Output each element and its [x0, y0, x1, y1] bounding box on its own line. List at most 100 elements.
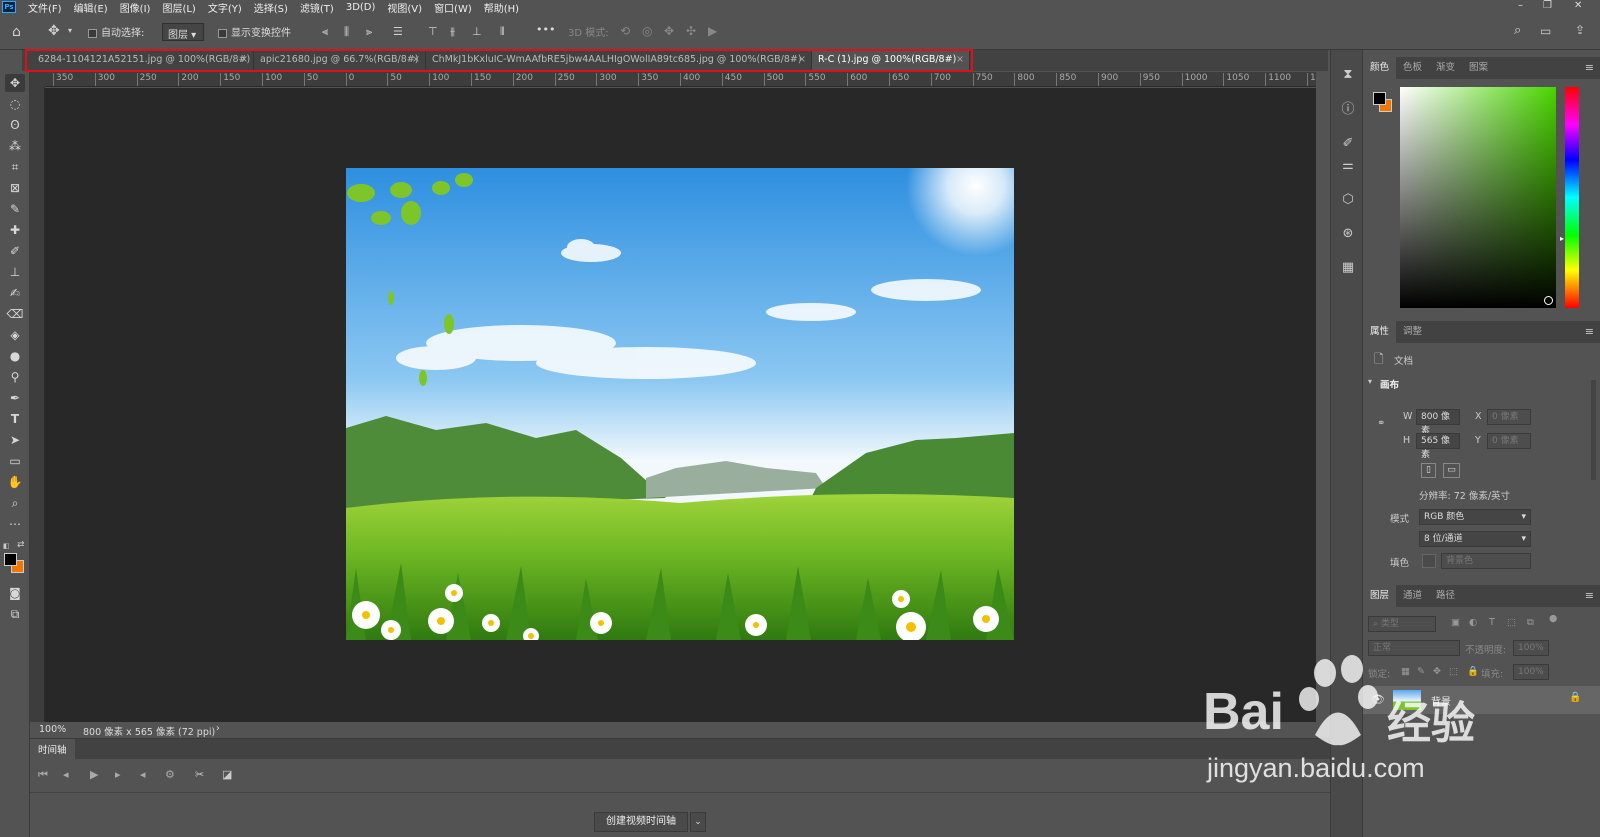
menu-image[interactable]: 图像(I) [120, 0, 151, 15]
picker-cursor[interactable] [1544, 296, 1553, 305]
tab-adjustments[interactable]: 调整 [1396, 321, 1429, 343]
properties-scrollbar[interactable] [1591, 380, 1596, 480]
tab-properties[interactable]: 属性 [1363, 321, 1397, 343]
screen-mode-icon[interactable]: ⧉ [5, 605, 25, 623]
adjustments-icon[interactable]: ⚌ [1338, 156, 1358, 176]
pen-tool-icon[interactable]: ✒ [5, 389, 25, 407]
menu-select[interactable]: 选择(S) [254, 0, 288, 15]
hue-slider[interactable] [1565, 87, 1579, 308]
opacity-field[interactable]: 100% [1513, 640, 1549, 656]
filter-adjustment-icon[interactable]: ◐ [1469, 617, 1477, 628]
y-field[interactable]: 0 像素 [1487, 433, 1531, 449]
panel-menu-icon[interactable]: ≡ [1585, 61, 1594, 74]
landscape-orientation-icon[interactable]: ▭ [1443, 463, 1460, 478]
align-middle-icon[interactable]: ⫵ [450, 25, 455, 39]
filter-shape-icon[interactable]: ⬚ [1507, 617, 1516, 628]
3d-slide-icon[interactable]: ✣ [686, 24, 696, 38]
settings-gear-icon[interactable]: ⚙ [165, 768, 175, 781]
healing-brush-tool-icon[interactable]: ✚ [5, 221, 25, 239]
menu-filter[interactable]: 滤镜(T) [300, 0, 334, 15]
dodge-tool-icon[interactable]: ⚲ [5, 368, 25, 386]
tab-close-button[interactable]: × [798, 50, 806, 70]
fill-dropdown[interactable]: 背景色 [1441, 553, 1531, 569]
layer-filter-search[interactable]: ⌕ 类型 [1368, 616, 1436, 632]
hand-tool-icon[interactable]: ✋ [5, 473, 25, 491]
close-window-button[interactable]: ✕ [1574, 0, 1582, 11]
layer-name[interactable]: 背景 [1431, 693, 1451, 708]
distribute-icon[interactable]: ☰ [393, 25, 403, 38]
tab-doc-1[interactable]: 6284-1104121A52151.jpg @ 100%(RGB/8#) × [32, 50, 254, 71]
layer-row-background[interactable]: 👁 背景 🔒 [1363, 686, 1600, 714]
document-image[interactable] [346, 168, 1014, 640]
crop-tool-icon[interactable]: ⌗ [5, 158, 25, 176]
link-icon[interactable]: ⚭ [1377, 418, 1385, 429]
tab-paths[interactable]: 路径 [1429, 585, 1462, 607]
eye-visibility-icon[interactable]: 👁 [1371, 693, 1385, 706]
color-mode-dropdown[interactable]: RGB 颜色 ▾ [1419, 509, 1531, 525]
menu-file[interactable]: 文件(F) [28, 0, 62, 15]
home-icon[interactable]: ⌂ [12, 24, 21, 40]
swap-colors-icon[interactable]: ⇄ [17, 540, 25, 550]
auto-select-checkbox[interactable]: 自动选择: [88, 24, 144, 39]
tab-close-button[interactable]: × [412, 50, 420, 70]
play-icon[interactable]: ▶ [90, 768, 98, 781]
next-frame-icon[interactable]: ▸ [115, 768, 121, 781]
blend-mode-dropdown[interactable]: 正常 [1368, 640, 1460, 656]
filter-type-icon[interactable]: T [1489, 617, 1495, 628]
libraries-icon[interactable]: ▦ [1338, 258, 1358, 278]
align-bottom-icon[interactable]: ⊥ [472, 25, 482, 38]
lasso-tool-icon[interactable]: ʘ [5, 116, 25, 134]
fill-color-swatch[interactable] [1422, 554, 1436, 568]
distribute-vertical-icon[interactable]: ⫴ [500, 25, 505, 39]
chevron-down-icon[interactable]: ▾ [1368, 377, 1372, 386]
tab-gradients[interactable]: 渐变 [1429, 57, 1462, 79]
tab-timeline[interactable]: 时间轴 [30, 739, 75, 759]
eraser-tool-icon[interactable]: ⌫ [5, 305, 25, 323]
zoom-tool-icon[interactable]: ⌕ [5, 494, 25, 512]
more-tools-icon[interactable]: ⋯ [5, 515, 25, 533]
3d-pan-icon[interactable]: ✥ [664, 24, 674, 38]
color-picker-field[interactable] [1400, 87, 1556, 308]
align-left-icon[interactable]: ⫷ [322, 25, 328, 39]
align-right-icon[interactable]: ⫸ [366, 25, 372, 39]
timeline-type-dropdown[interactable]: ⌄ [690, 812, 706, 832]
eyedropper-tool-icon[interactable]: ✎ [5, 200, 25, 218]
frame-tool-icon[interactable]: ⊠ [5, 179, 25, 197]
zoom-level[interactable]: 100% [39, 724, 66, 735]
transition-icon[interactable]: ◪ [222, 768, 232, 781]
paint-bucket-tool-icon[interactable]: ◈ [5, 326, 25, 344]
minimize-button[interactable]: – [1518, 0, 1523, 11]
3d-camera-icon[interactable]: ▶ [708, 24, 717, 38]
auto-select-dropdown[interactable]: 图层 ▾ [162, 23, 204, 41]
hue-slider-handle[interactable]: ▸ [1560, 234, 1564, 243]
tab-layers[interactable]: 图层 [1363, 585, 1397, 607]
tab-close-button[interactable]: × [240, 50, 248, 70]
menu-layer[interactable]: 图层(L) [162, 0, 195, 15]
restore-button[interactable]: ❐ [1543, 0, 1552, 11]
lock-all-icon[interactable]: 🔒 [1467, 666, 1479, 677]
lock-artboard-icon[interactable]: ⬚ [1449, 666, 1458, 677]
stamp-tool-icon[interactable]: ⊥ [5, 263, 25, 281]
tab-close-button[interactable]: × [956, 50, 964, 70]
tab-doc-4-active[interactable]: R-C (1).jpg @ 100%(RGB/8#) × [812, 50, 970, 71]
filter-pixel-icon[interactable]: ▣ [1451, 617, 1460, 628]
status-menu-arrow[interactable]: › [216, 723, 220, 734]
brush-tool-icon[interactable]: ✐ [5, 242, 25, 260]
share-icon[interactable]: ⇪ [1575, 23, 1585, 37]
navigator-icon[interactable]: ⊛ [1338, 224, 1358, 244]
quick-mask-icon[interactable]: ◙ [5, 584, 25, 602]
menu-type[interactable]: 文字(Y) [208, 0, 242, 15]
move-tool-icon[interactable]: ✥ [5, 74, 25, 92]
lock-pixels-icon[interactable]: ✎ [1417, 666, 1425, 677]
width-field[interactable]: 800 像素 [1416, 409, 1460, 436]
search-icon[interactable]: ⌕ [1514, 23, 1521, 38]
move-tool-icon[interactable]: ✥ [48, 23, 60, 39]
panel-menu-icon[interactable]: ≡ [1585, 589, 1594, 602]
show-transform-checkbox[interactable]: 显示变换控件 [218, 24, 291, 39]
first-frame-icon[interactable]: ⏮ [38, 768, 48, 782]
create-video-timeline-button[interactable]: 创建视频时间轴 [594, 812, 688, 832]
filter-toggle-icon[interactable]: ● [1549, 613, 1557, 624]
marquee-tool-icon[interactable]: ◌ [5, 95, 25, 113]
more-options-button[interactable]: ••• [536, 23, 555, 36]
panel-foreground-swatch[interactable] [1373, 92, 1386, 105]
